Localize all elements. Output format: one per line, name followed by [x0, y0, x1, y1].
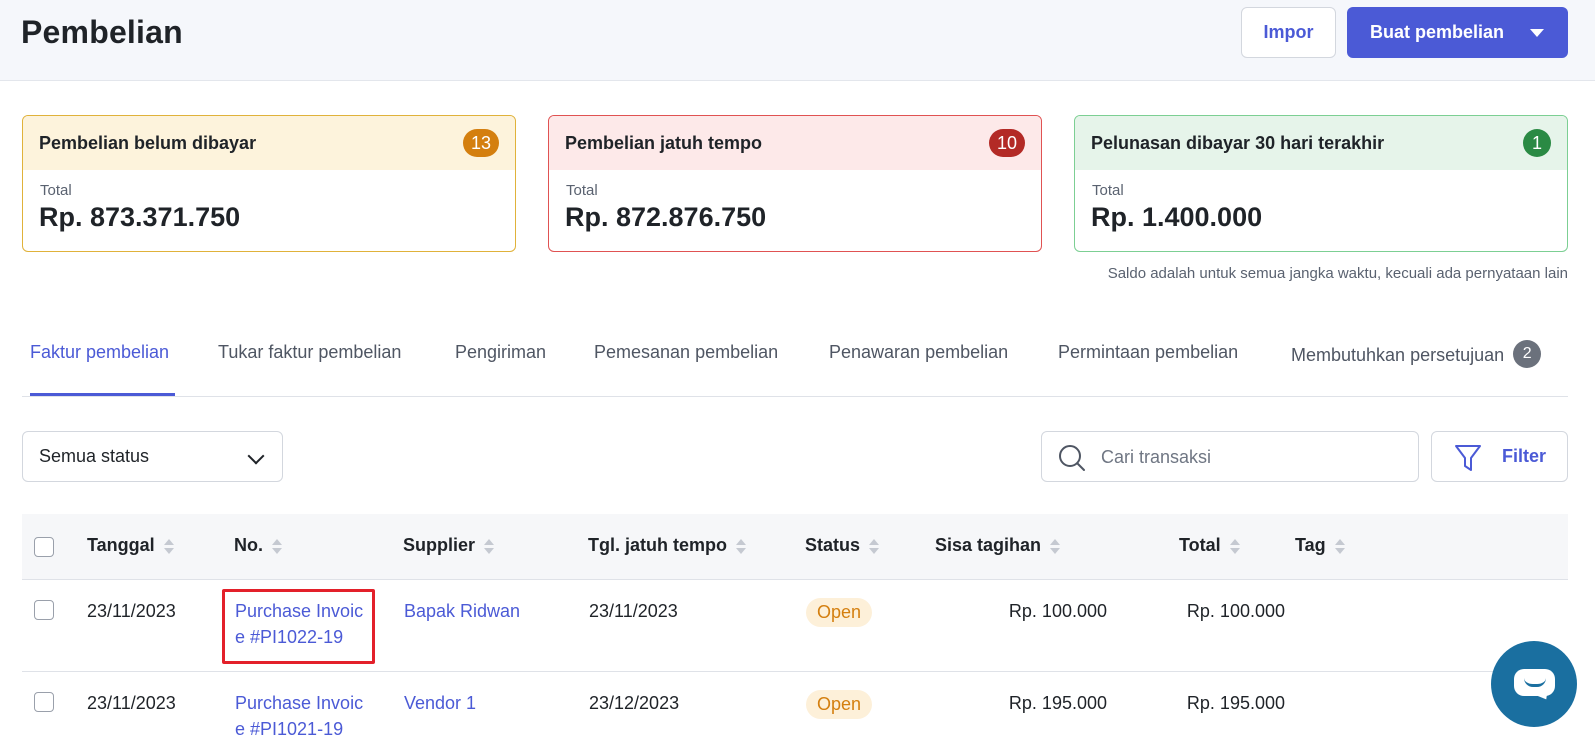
filter-icon — [1454, 443, 1482, 478]
search-field[interactable] — [1041, 431, 1419, 482]
column-label: Tag — [1295, 535, 1326, 555]
column-label: Tgl. jatuh tempo — [588, 535, 727, 555]
tab-bar: Faktur pembelian Tukar faktur pembelian … — [22, 330, 1568, 397]
column-header-due-date[interactable]: Tgl. jatuh tempo — [588, 535, 746, 556]
row-date: 23/11/2023 — [87, 693, 176, 713]
caret-down-icon[interactable] — [1530, 29, 1544, 37]
column-header-balance[interactable]: Sisa tagihan — [935, 535, 1061, 556]
tab-label: Membutuhkan persetujuan — [1291, 344, 1505, 365]
tab-needs-approval[interactable]: Membutuhkan persetujuan 2 — [1291, 340, 1542, 370]
row-date: 23/11/2023 — [87, 601, 176, 621]
page-header: Pembelian Impor Buat pembelian — [0, 0, 1595, 81]
column-header-tag[interactable]: Tag — [1295, 535, 1345, 556]
column-header-total[interactable]: Total — [1179, 535, 1240, 556]
approval-count-badge: 2 — [1513, 340, 1542, 368]
count-badge: 10 — [989, 129, 1025, 157]
row-total: Rp. 100.000 — [1186, 601, 1285, 621]
card-overdue-purchases[interactable]: Pembelian jatuh tempo 10 Total Rp. 872.8… — [548, 115, 1042, 252]
supplier-link[interactable]: Bapak Ridwan — [404, 601, 520, 622]
tab-invoice-exchange[interactable]: Tukar faktur pembelian — [218, 342, 401, 363]
card-unpaid-purchases[interactable]: Pembelian belum dibayar 13 Total Rp. 873… — [22, 115, 516, 252]
chevron-down-icon — [247, 447, 265, 465]
column-label: Tanggal — [87, 535, 155, 555]
table-row[interactable]: 23/11/2023 Purchase Invoice #PI1022-19 B… — [22, 580, 1568, 672]
card-header: Pembelian jatuh tempo 10 — [549, 116, 1041, 170]
row-total: Rp. 195.000 — [1186, 693, 1285, 713]
count-badge: 13 — [463, 129, 499, 157]
page-title: Pembelian — [21, 14, 183, 50]
sort-icon — [1050, 537, 1061, 555]
card-total-label: Total — [1092, 182, 1124, 199]
column-header-date[interactable]: Tanggal — [87, 535, 174, 556]
card-header: Pelunasan dibayar 30 hari terakhir 1 — [1075, 116, 1567, 170]
chat-button[interactable] — [1491, 641, 1577, 727]
row-checkbox[interactable] — [34, 692, 54, 712]
search-input[interactable] — [1101, 442, 1401, 472]
column-label: Total — [1179, 535, 1221, 555]
filter-label: Filter — [1502, 446, 1547, 466]
card-paid-last-30-days[interactable]: Pelunasan dibayar 30 hari terakhir 1 Tot… — [1074, 115, 1568, 252]
card-title: Pembelian belum dibayar — [39, 132, 257, 153]
column-header-status[interactable]: Status — [805, 535, 880, 556]
card-header: Pembelian belum dibayar 13 — [23, 116, 515, 170]
count-badge: 1 — [1523, 129, 1551, 157]
tab-purchase-quotes[interactable]: Penawaran pembelian — [829, 342, 1008, 363]
sort-icon — [1334, 537, 1345, 555]
sort-icon — [736, 537, 746, 555]
row-due-date: 23/11/2023 — [589, 601, 678, 621]
filter-button[interactable]: Filter — [1431, 431, 1568, 482]
card-total-label: Total — [40, 182, 72, 199]
row-balance: Rp. 195.000 — [1008, 693, 1107, 713]
create-purchase-button[interactable]: Buat pembelian — [1347, 7, 1568, 58]
column-label: Supplier — [403, 535, 476, 555]
supplier-link[interactable]: Vendor 1 — [404, 693, 476, 714]
status-badge: Open — [806, 690, 873, 719]
row-balance: Rp. 100.000 — [1008, 601, 1107, 621]
column-label: Status — [805, 535, 861, 555]
column-header-number[interactable]: No. — [234, 535, 282, 556]
balance-note: Saldo adalah untuk semua jangka waktu, k… — [1107, 265, 1568, 282]
sort-icon — [869, 537, 880, 555]
status-badge: Open — [806, 598, 873, 627]
tab-purchase-invoices[interactable]: Faktur pembelian — [30, 342, 169, 363]
column-label: No. — [234, 535, 263, 555]
tab-purchase-orders[interactable]: Pemesanan pembelian — [594, 342, 778, 363]
status-select-value: Semua status — [39, 446, 150, 466]
table-header: Tanggal No. Supplier Tgl. jatuh tempo St… — [22, 514, 1568, 580]
card-total-value: Rp. 873.371.750 — [39, 202, 241, 232]
table-row[interactable]: 23/11/2023 Purchase Invoice #PI1021-19 V… — [22, 672, 1568, 742]
sort-icon — [163, 537, 174, 555]
import-button[interactable]: Impor — [1241, 7, 1336, 58]
column-label: Sisa tagihan — [935, 535, 1042, 555]
sort-icon — [484, 537, 495, 555]
sort-icon — [1229, 537, 1240, 555]
invoice-number-link[interactable]: Purchase Invoice #PI1022-19 — [235, 598, 367, 650]
create-purchase-label: Buat pembelian — [1370, 22, 1505, 42]
row-due-date: 23/12/2023 — [589, 693, 680, 713]
search-icon — [1058, 444, 1086, 477]
column-header-supplier[interactable]: Supplier — [403, 535, 495, 556]
sort-icon — [272, 537, 282, 555]
card-total-value: Rp. 872.876.750 — [565, 202, 767, 232]
tab-shipments[interactable]: Pengiriman — [455, 342, 546, 363]
tab-purchase-requests[interactable]: Permintaan pembelian — [1058, 342, 1238, 363]
active-tab-indicator — [30, 393, 175, 396]
card-total-label: Total — [566, 182, 598, 199]
card-title: Pelunasan dibayar 30 hari terakhir — [1091, 132, 1385, 153]
row-checkbox[interactable] — [34, 600, 54, 620]
card-total-value: Rp. 1.400.000 — [1091, 202, 1263, 232]
invoice-number-link[interactable]: Purchase Invoice #PI1021-19 — [235, 690, 367, 742]
card-title: Pembelian jatuh tempo — [565, 132, 763, 153]
status-select[interactable]: Semua status — [22, 431, 283, 482]
select-all-checkbox[interactable] — [34, 537, 54, 557]
